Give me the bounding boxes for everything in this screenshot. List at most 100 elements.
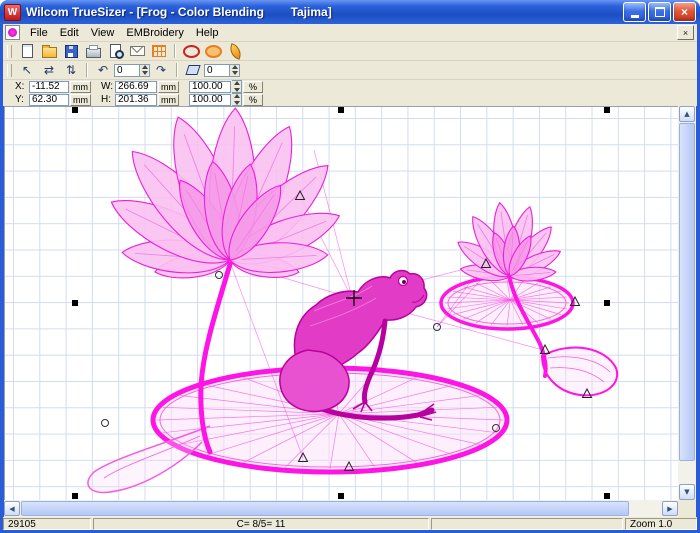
scroll-left-button[interactable]: ◀ [4,501,20,516]
height-input[interactable] [115,94,157,106]
stitch-view-icon [183,45,200,58]
skew-button[interactable] [183,62,203,79]
new-design-button[interactable] [17,43,37,60]
width-input[interactable] [115,81,157,93]
status-spacer-panel [431,518,623,530]
height-unit-button[interactable]: mm [158,94,179,106]
rotate-cw-icon: ↷ [156,64,166,76]
selection-handle[interactable] [338,107,344,113]
spinner-down-icon[interactable] [232,100,241,106]
save-floppy-icon [65,45,78,58]
scroll-right-button[interactable]: ▶ [662,501,678,516]
open-folder-icon [42,47,57,58]
height-label: H: [101,94,115,105]
zoom-level: Zoom 1.0 [630,519,672,530]
skew-input[interactable] [204,64,230,77]
skew-icon [185,65,200,75]
width-unit-button[interactable]: mm [158,81,179,93]
design-canvas[interactable] [4,106,678,500]
scroll-down-button[interactable]: ▼ [679,484,695,500]
height-percent-unit[interactable]: % [243,94,263,106]
y-unit-button[interactable]: mm [70,94,91,106]
vertical-scroll-thumb[interactable] [679,123,695,461]
pointer-icon: ↖ [22,64,32,76]
vertical-scrollbar[interactable]: ▲ ▼ [678,106,696,500]
pointer-tool-button[interactable]: ↖ [17,62,37,79]
stitch-view-button[interactable] [181,43,201,60]
zoom-panel: Zoom 1.0 [625,518,697,530]
menu-embroidery[interactable]: EMBroidery [120,26,189,40]
horizontal-scrollbar[interactable]: ◀ ▶ [4,500,678,517]
artistic-view-button[interactable] [203,43,223,60]
rotate-cw-button[interactable]: ↷ [151,62,171,79]
toolbar-grip[interactable] [7,64,12,77]
menu-view[interactable]: View [85,26,121,40]
width-percent-unit[interactable]: % [243,81,263,93]
selection-handle[interactable] [72,493,78,499]
selection-handle[interactable] [604,300,610,306]
selection-handle[interactable] [604,493,610,499]
mirror-vertical-button[interactable]: ⇅ [61,62,81,79]
envelope-icon [130,46,145,56]
print-preview-icon [110,44,121,58]
toolbar-separator [176,63,178,77]
height-percent-input[interactable] [189,94,231,106]
stitch-count-panel: 29105 [3,518,91,530]
transform-toolbar: ↖ ⇄ ⇅ ↶ ↷ [3,61,697,80]
toolbar-separator [174,44,176,58]
restore-icon [655,7,665,17]
send-email-button[interactable] [127,43,147,60]
y-height-row: Y: mm H: mm % [3,93,697,106]
rotate-spinner[interactable] [140,64,150,77]
print-preview-button[interactable] [105,43,125,60]
selection-handle[interactable] [338,493,344,499]
y-label: Y: [15,94,29,105]
rotate-ccw-icon: ↶ [98,64,108,76]
width-label: W: [101,81,115,92]
menu-edit[interactable]: Edit [54,26,85,40]
skew-spinner[interactable] [230,64,240,77]
menu-file[interactable]: File [24,26,54,40]
open-design-button[interactable] [39,43,59,60]
new-page-icon [22,44,33,58]
rotate-input[interactable] [114,64,140,77]
selection-handle[interactable] [604,107,610,113]
menu-help[interactable]: Help [190,26,225,40]
y-input[interactable] [29,94,69,106]
close-icon: × [681,5,688,19]
restore-button[interactable] [648,2,671,22]
window-title: Wilcom TrueSizer - [Frog - Color Blendin… [26,5,621,19]
scroll-up-button[interactable]: ▲ [679,106,695,122]
save-design-button[interactable] [61,43,81,60]
show-grid-button[interactable] [149,43,169,60]
mirror-horizontal-button[interactable]: ⇄ [39,62,59,79]
menu-bar: File Edit View EMBroidery Help × [3,24,697,42]
selection-handle[interactable] [72,300,78,306]
x-unit-button[interactable]: mm [70,81,91,93]
width-percent-input[interactable] [189,81,231,93]
print-button[interactable] [83,43,103,60]
mirror-horizontal-icon: ⇄ [44,64,54,76]
x-width-row: X: mm W: mm % [3,80,697,93]
close-button[interactable]: × [673,2,696,22]
horizontal-scroll-thumb[interactable] [21,501,629,516]
scrollbar-corner [678,500,696,517]
rotate-ccw-button[interactable]: ↶ [93,62,113,79]
app-icon[interactable]: W [4,4,21,21]
toolbar-separator [86,63,88,77]
x-input[interactable] [29,81,69,93]
spinner-down-icon[interactable] [230,70,239,76]
app-window: W Wilcom TrueSizer - [Frog - Color Blend… [0,0,700,533]
minimize-icon [631,15,639,18]
minimize-button[interactable] [623,2,646,22]
height-percent-spinner[interactable] [232,93,242,106]
close-document-button[interactable]: × [677,25,694,40]
document-icon[interactable] [5,25,20,40]
position-size-panel: X: mm W: mm % Y: mm H: mm % [3,80,697,106]
color-stop-count: C= 8/5= 11 [237,519,286,530]
spinner-down-icon[interactable] [140,70,149,76]
selection-handle[interactable] [72,107,78,113]
toolbar-grip[interactable] [7,45,12,58]
title-bar[interactable]: W Wilcom TrueSizer - [Frog - Color Blend… [0,0,700,24]
leaf-button[interactable] [225,43,245,60]
